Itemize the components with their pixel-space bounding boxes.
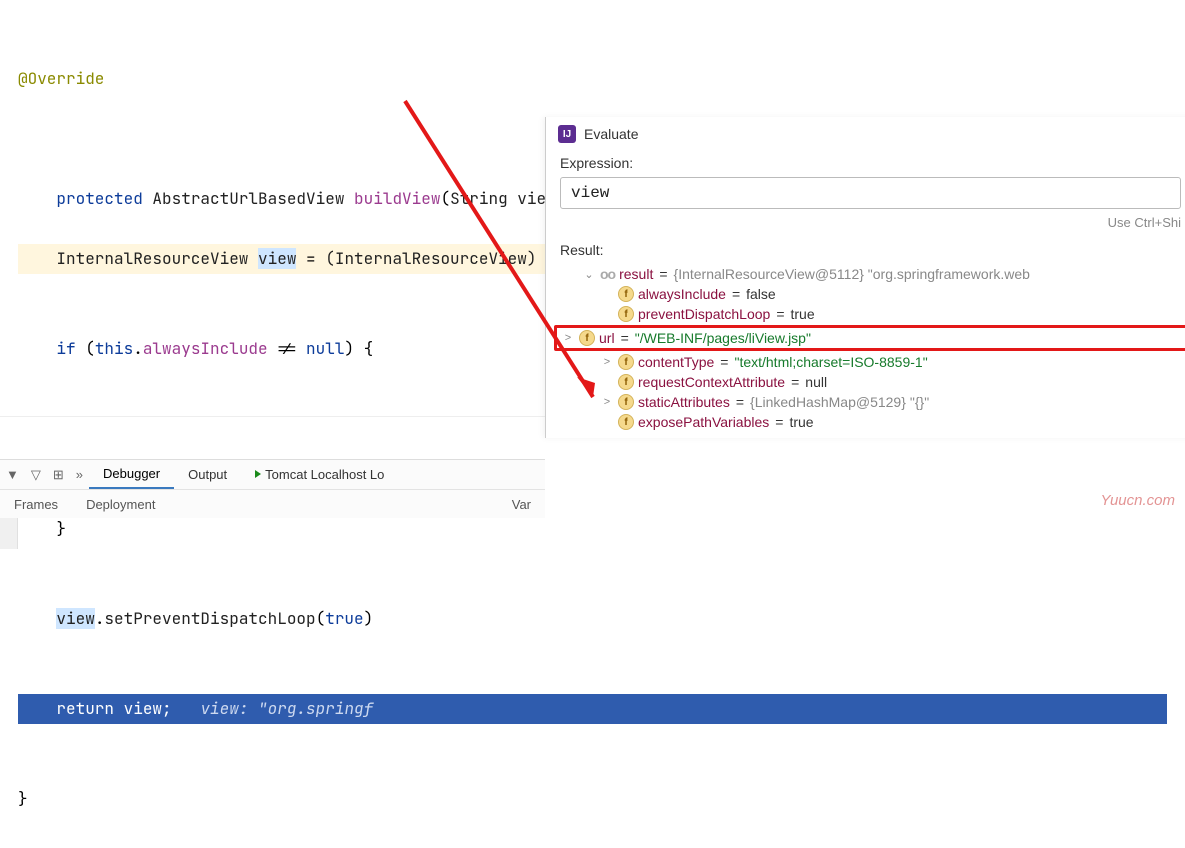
field-value: "{}": [910, 394, 929, 410]
execution-line: return view; view: "org.springf: [18, 694, 1167, 724]
object-icon: oo: [600, 266, 615, 282]
field-icon: f: [618, 306, 634, 322]
annotation: @Override: [18, 68, 104, 89]
field-icon: f: [618, 354, 634, 370]
shortcut-hint: Use Ctrl+Shi: [546, 213, 1185, 236]
chevron-right-icon[interactable]: >: [600, 356, 614, 368]
tree-row[interactable]: >fcontentType = "text/html;charset=ISO-8…: [554, 352, 1185, 372]
watermark: Yuucn.com: [1101, 492, 1175, 509]
field-name: staticAttributes: [638, 394, 730, 410]
field-value: "/WEB-INF/pages/liView.jsp": [635, 330, 811, 346]
field-name: exposePathVariables: [638, 414, 769, 430]
field-icon: f: [618, 374, 634, 390]
chevron-down-icon[interactable]: ⌄: [582, 268, 596, 281]
layout-icon[interactable]: ⊞: [47, 463, 70, 487]
tree-root[interactable]: ⌄ oo result = {InternalResourceView@5112…: [554, 264, 1185, 284]
tab-tomcat[interactable]: Tomcat Localhost Lo: [241, 461, 398, 488]
chevron-right-icon[interactable]: >: [561, 332, 575, 344]
chevron-right-icon[interactable]: >: [600, 396, 614, 408]
field-value: true: [789, 414, 813, 430]
field-name: alwaysInclude: [638, 286, 726, 302]
tree-row[interactable]: falwaysInclude = false: [554, 284, 1185, 304]
tab-debugger[interactable]: Debugger: [89, 460, 174, 489]
field-icon: f: [618, 286, 634, 302]
tree-row[interactable]: fpreventDispatchLoop = true: [554, 304, 1185, 324]
evaluate-title: Evaluate: [584, 126, 638, 142]
method-name: buildView: [354, 188, 440, 209]
subtab-deployment[interactable]: Deployment: [72, 492, 169, 517]
field-value: null: [805, 374, 827, 390]
tree-row[interactable]: frequestContextAttribute = null: [554, 372, 1185, 392]
tab-output[interactable]: Output: [174, 461, 241, 488]
tree-row[interactable]: fexposePathVariables = true: [554, 412, 1185, 432]
subtab-variables[interactable]: Var: [498, 492, 545, 517]
field-name: preventDispatchLoop: [638, 306, 770, 322]
field-name: contentType: [638, 354, 714, 370]
field-type: {LinkedHashMap@5129}: [750, 394, 906, 410]
debug-toolwindow: ▼ ▽ ⊞ » Debugger Output Tomcat Localhost…: [0, 459, 545, 518]
expression-label: Expression:: [546, 149, 1185, 175]
tree-row[interactable]: >fstaticAttributes = {LinkedHashMap@5129…: [554, 392, 1185, 412]
more-icon[interactable]: »: [70, 463, 89, 486]
run-icon: [255, 470, 261, 478]
type: AbstractUrlBasedView: [152, 188, 344, 209]
keyword-protected: protected: [56, 188, 142, 209]
expression-input[interactable]: view: [560, 177, 1181, 209]
field-value: true: [791, 306, 815, 322]
funnel-icon[interactable]: ▽: [25, 463, 47, 487]
field-icon: f: [618, 414, 634, 430]
field-value: "text/html;charset=ISO-8859-1": [734, 354, 927, 370]
field-icon: f: [618, 394, 634, 410]
variable-view[interactable]: view: [258, 248, 296, 269]
subtab-frames[interactable]: Frames: [0, 492, 72, 517]
field-name: url: [599, 330, 615, 346]
field-value: false: [746, 286, 776, 302]
tree-row[interactable]: >furl = "/WEB-INF/pages/liView.jsp": [554, 325, 1185, 351]
evaluate-popup: IJ Evaluate Expression: view Use Ctrl+Sh…: [545, 117, 1185, 438]
field-name: requestContextAttribute: [638, 374, 785, 390]
result-tree[interactable]: ⌄ oo result = {InternalResourceView@5112…: [546, 262, 1185, 438]
filter-icon[interactable]: ▼: [0, 463, 25, 486]
result-label: Result:: [546, 236, 1185, 262]
field-icon: f: [579, 330, 595, 346]
intellij-icon: IJ: [558, 125, 576, 143]
